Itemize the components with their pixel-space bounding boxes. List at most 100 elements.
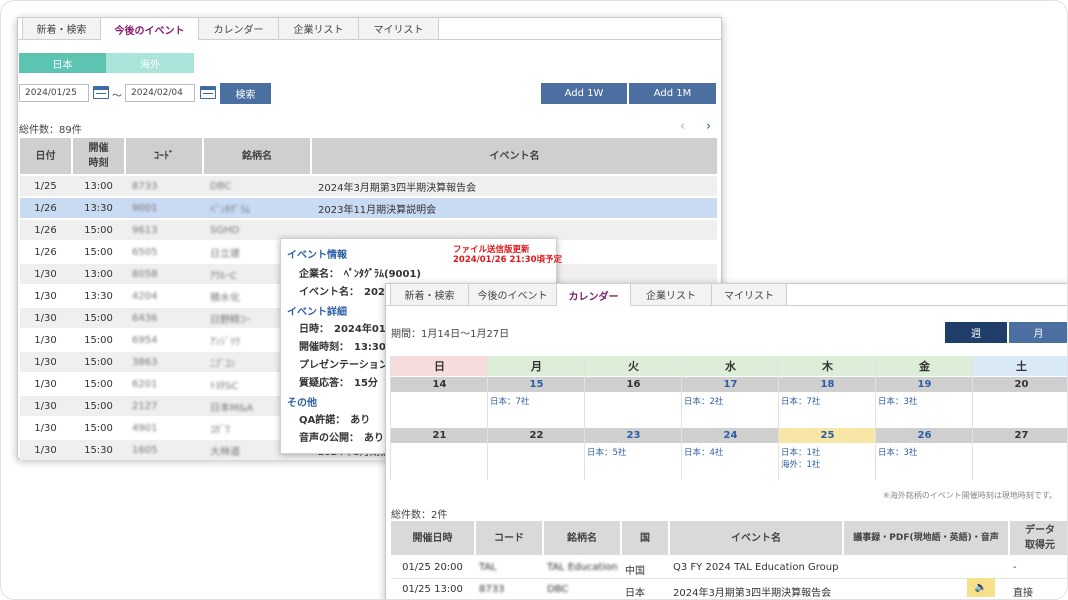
calendar-day-number[interactable]: 15 xyxy=(488,377,585,392)
weekday-header: 日 xyxy=(391,356,488,376)
tab-new-search[interactable]: 新着・検索 xyxy=(390,283,469,305)
file-update-note: ファイル送信版更新 xyxy=(453,245,530,255)
calendar-icon[interactable] xyxy=(200,86,216,99)
tab-company-list[interactable]: 企業リスト xyxy=(630,283,712,305)
qa-duration: 質疑応答： 15分 xyxy=(299,378,378,389)
month-view-button[interactable]: 月 xyxy=(1009,322,1067,343)
add-1w-button[interactable]: Add 1W xyxy=(541,83,627,104)
date-to-input[interactable]: 2024/02/04 xyxy=(125,84,195,102)
cell-datetime: 01/25 20:00 xyxy=(402,562,463,573)
calendar-day-number[interactable]: 27 xyxy=(973,428,1067,443)
calendar-day-number[interactable]: 14 xyxy=(391,377,488,392)
col-header-name: 銘柄名 xyxy=(204,138,310,174)
cell-code: 2127 xyxy=(132,400,158,412)
grid-line xyxy=(875,356,876,480)
cell-code: 8733 xyxy=(132,180,158,192)
calendar-day-number[interactable]: 20 xyxy=(973,377,1067,392)
calendar-day-number[interactable]: 25 xyxy=(779,428,876,443)
prev-page-icon[interactable]: ‹ xyxy=(680,119,685,134)
cell-code: 9001 xyxy=(132,202,158,214)
cell-date: 1/30 xyxy=(34,422,57,434)
tab-my-list[interactable]: マイリスト xyxy=(358,17,439,39)
cell-date: 1/30 xyxy=(34,400,57,412)
calendar-day-count[interactable]: 日本：4社 xyxy=(682,447,779,459)
calendar-day-number[interactable]: 23 xyxy=(585,428,682,443)
tab-calendar[interactable]: カレンダー xyxy=(198,17,279,39)
cell-time: 13:00 xyxy=(84,180,113,192)
cell-time: 15:00 xyxy=(84,356,113,368)
cell-name: TAL Education xyxy=(547,562,618,573)
tab-bar: 新着・検索 今後のイベント カレンダー 企業リスト マイリスト xyxy=(18,17,721,40)
grid-line xyxy=(487,356,488,480)
cell-time: 15:00 xyxy=(84,422,113,434)
audio-icon[interactable]: 🔈 xyxy=(967,578,995,597)
cell-date: 1/25 xyxy=(34,180,57,192)
cell-event: 2024年3月期第3四半期決算報告会 xyxy=(673,588,832,599)
col-header-code: ｺｰﾄﾞ xyxy=(126,138,202,174)
cell-code: 6505 xyxy=(132,246,158,258)
presentation-info: プレゼンテーション： xyxy=(299,360,399,371)
event-start-time: 開催時刻： 13:30 xyxy=(299,342,386,353)
period-label: 期間：1月14日～1月27日 xyxy=(391,329,510,340)
calendar-day-count[interactable]: 日本：5社 xyxy=(585,447,682,459)
calendar-day-count[interactable]: 日本：1社 海外：1社 xyxy=(779,447,876,471)
tab-upcoming-events[interactable]: 今後のイベント xyxy=(100,17,199,40)
add-1m-button[interactable]: Add 1M xyxy=(629,83,716,104)
cell-date: 1/30 xyxy=(34,378,57,390)
calendar-day-count[interactable]: 日本：3社 xyxy=(876,447,973,459)
calendar-day-number[interactable]: 18 xyxy=(779,377,876,392)
table-row[interactable]: 1/25 13:00 8733 DBC 2024年3月期第3四半期決算報告会 xyxy=(20,176,717,196)
calendar-day-count[interactable]: 日本：7社 xyxy=(779,396,876,408)
next-page-icon[interactable]: › xyxy=(706,119,711,134)
cell-date: 1/30 xyxy=(34,334,57,346)
week-view-button[interactable]: 週 xyxy=(945,322,1007,343)
table-row[interactable]: 1/26 15:00 9613 SGHD xyxy=(20,220,717,240)
cell-event xyxy=(314,220,714,240)
calendar-day-count[interactable]: 日本：7社 xyxy=(488,396,585,408)
calendar-day-number[interactable]: 22 xyxy=(488,428,585,443)
calendar-day-number[interactable]: 19 xyxy=(876,377,973,392)
grid-line xyxy=(681,356,682,480)
cell-code: 8058 xyxy=(132,268,158,280)
date-from-input[interactable]: 2024/01/25 xyxy=(19,84,89,102)
cell-time: 15:00 xyxy=(84,378,113,390)
col-header-event: イベント名 xyxy=(312,138,717,174)
col-header-datetime: 開催日時 xyxy=(391,521,474,555)
calendar-day-number[interactable]: 26 xyxy=(876,428,973,443)
calendar-day-number[interactable]: 21 xyxy=(391,428,488,443)
cell-code: 1605 xyxy=(132,444,158,456)
tab-company-list[interactable]: 企業リスト xyxy=(278,17,359,39)
calendar-day-number[interactable]: 16 xyxy=(585,377,682,392)
tab-my-list[interactable]: マイリスト xyxy=(711,283,787,305)
search-button[interactable]: 検索 xyxy=(220,83,271,104)
cell-date: 1/30 xyxy=(34,356,57,368)
cell-code: 6436 xyxy=(132,312,158,324)
tab-calendar[interactable]: カレンダー xyxy=(556,283,631,306)
table-row[interactable]: 1/26 13:30 9001 ﾍﾟﾝﾀｸﾞﾗﾑ 2023年11月期決算説明会 xyxy=(20,198,717,218)
calendar-day-count[interactable]: 日本：2社 xyxy=(682,396,779,408)
tab-new-search[interactable]: 新着・検索 xyxy=(22,17,101,39)
calendar-day-number[interactable]: 17 xyxy=(682,377,779,392)
calendar-day-count[interactable]: 日本：3社 xyxy=(876,396,973,408)
company-name: 企業名： ﾍﾟﾝﾀｸﾞﾗﾑ(9001) xyxy=(299,269,421,280)
cell-date: 1/26 xyxy=(34,224,57,236)
calendar-day-number[interactable]: 24 xyxy=(682,428,779,443)
section-title: イベント情報 xyxy=(287,250,347,261)
region-overseas-button[interactable]: 海外 xyxy=(106,53,194,73)
region-japan-button[interactable]: 日本 xyxy=(19,53,106,73)
cell-code: TAL xyxy=(479,562,497,573)
cell-date: 1/30 xyxy=(34,290,57,302)
tab-upcoming-events[interactable]: 今後のイベント xyxy=(468,283,557,305)
grid-line xyxy=(778,356,779,480)
grid-line xyxy=(584,356,585,480)
cell-code: 3863 xyxy=(132,356,158,368)
cell-time: 13:30 xyxy=(84,202,113,214)
qa-permission: QA許諾： あり xyxy=(299,415,371,426)
cell-time: 15:00 xyxy=(84,224,113,236)
weekday-header: 土 xyxy=(973,356,1067,376)
calendar-icon[interactable] xyxy=(93,86,109,99)
grid-line xyxy=(390,356,391,480)
file-update-time: 2024/01/26 21:30頃予定 xyxy=(453,255,563,265)
col-header-source: データ 取得元 xyxy=(1010,521,1067,555)
col-header-date: 日付 xyxy=(20,138,71,174)
